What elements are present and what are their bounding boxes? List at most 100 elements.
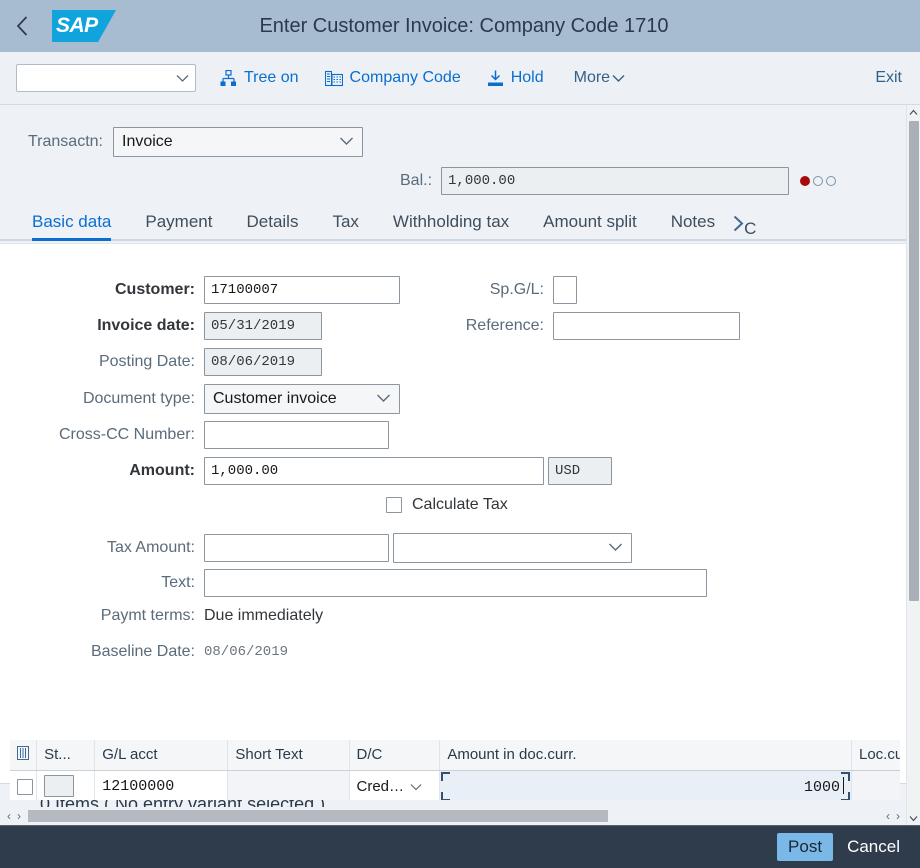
hscroll-arrows-left[interactable]: ‹ ›	[0, 809, 28, 823]
scroll-down-icon[interactable]	[909, 811, 918, 825]
tab-notes[interactable]: Notes	[671, 212, 715, 239]
payment-terms-label: Paymt terms:	[0, 607, 195, 625]
chevron-right-icon	[733, 215, 744, 232]
document-type-select[interactable]: Customer invoice	[204, 384, 400, 414]
vscroll-thumb[interactable]	[909, 121, 919, 601]
row-dc-cell[interactable]: Cred…	[349, 770, 440, 800]
text-row: Text:	[0, 569, 707, 597]
col-gl-acct[interactable]: G/L acct	[95, 740, 228, 770]
tab-details[interactable]: Details	[246, 212, 298, 239]
chevron-left-icon	[15, 15, 29, 37]
tab-payment[interactable]: Payment	[145, 212, 212, 239]
currency-input[interactable]: USD	[548, 457, 612, 485]
tab-amount-split[interactable]: Amount split	[543, 212, 637, 239]
customer-input[interactable]: 17100007	[204, 276, 400, 304]
sap-logo-text: SAP	[56, 13, 98, 39]
posting-date-label: Posting Date:	[0, 353, 195, 371]
post-button[interactable]: Post	[777, 833, 833, 861]
amount-input[interactable]: 1,000.00	[204, 457, 544, 485]
scroll-up-icon[interactable]	[909, 105, 918, 119]
hscroll-arrows-right[interactable]: ‹ ›	[880, 809, 906, 823]
table-settings-icon[interactable]	[17, 747, 29, 764]
col-amount-doc-curr[interactable]: Amount in doc.curr.	[440, 740, 852, 770]
baseline-date-row: Baseline Date: 08/06/2019	[0, 643, 288, 661]
items-table-wrap: St... G/L acct Short Text D/C Amount in …	[10, 740, 900, 800]
transaction-select[interactable]: Invoice	[113, 127, 363, 157]
calculate-tax-checkbox[interactable]	[386, 497, 402, 513]
chevron-down-icon	[612, 74, 625, 83]
focus-corner-tl	[441, 772, 450, 781]
col-short-text[interactable]: Short Text	[228, 740, 349, 770]
row-checkbox[interactable]	[17, 779, 33, 795]
sap-invoice-screen: SAP Enter Customer Invoice: Company Code…	[0, 0, 920, 868]
row-dc-select[interactable]: Cred…	[357, 778, 433, 795]
action-toolbar: Tree on Company Code Hold More	[0, 52, 920, 105]
tax-code-select[interactable]	[393, 533, 632, 563]
chevron-down-icon	[410, 778, 422, 795]
reference-label: Reference:	[344, 317, 544, 335]
basic-data-form: Customer: 17100007 Sp.G/L: Invoice date:…	[0, 243, 906, 783]
amount-row: Amount: 1,000.00 USD	[0, 457, 612, 485]
table-settings-header[interactable]	[10, 740, 37, 770]
scroll-right-icon[interactable]: ›	[896, 809, 900, 823]
cancel-button[interactable]: Cancel	[841, 833, 906, 861]
hold-label: Hold	[511, 69, 544, 87]
company-code-button[interactable]: Company Code	[323, 66, 463, 90]
spgl-input[interactable]	[553, 276, 577, 304]
exit-button[interactable]: Exit	[873, 66, 904, 90]
col-dc[interactable]: D/C	[349, 740, 440, 770]
scroll-left-icon[interactable]: ‹	[7, 809, 11, 823]
balance-row: Bal.: 1,000.00	[400, 167, 836, 195]
row-loc-curr-amount[interactable]	[852, 770, 901, 800]
col-status[interactable]: St...	[37, 740, 95, 770]
tab-basic-data[interactable]: Basic data	[32, 212, 111, 239]
cross-cc-label: Cross-CC Number:	[0, 426, 195, 444]
horizontal-scrollbar[interactable]: ‹ › ‹ ›	[0, 807, 906, 825]
status-dot-hollow-2	[826, 176, 836, 186]
vertical-scrollbar[interactable]	[906, 105, 920, 825]
cross-cc-input[interactable]	[204, 421, 389, 449]
baseline-date-label: Baseline Date:	[0, 643, 195, 661]
tab-overflow-button[interactable]	[733, 215, 744, 239]
transaction-row: Transactn: Invoice	[28, 127, 363, 157]
balance-field: 1,000.00	[441, 167, 789, 195]
hscroll-track[interactable]	[28, 809, 880, 823]
variant-select[interactable]	[16, 64, 196, 92]
building-icon	[325, 70, 343, 87]
more-button[interactable]: More	[572, 66, 627, 90]
text-label: Text:	[0, 574, 195, 592]
balance-label: Bal.:	[400, 172, 432, 190]
scroll-right-icon[interactable]: ›	[17, 809, 21, 823]
posting-date-input[interactable]: 08/06/2019	[204, 348, 322, 376]
focus-corner-br	[841, 792, 850, 801]
vscroll-track[interactable]	[907, 119, 920, 811]
tree-on-button[interactable]: Tree on	[218, 66, 301, 90]
tab-withholding-tax[interactable]: Withholding tax	[393, 212, 509, 239]
row-amount-doc-curr[interactable]: 1000	[440, 770, 852, 800]
reference-input[interactable]	[553, 312, 740, 340]
back-button[interactable]	[0, 0, 44, 52]
scroll-left-icon[interactable]: ‹	[886, 809, 890, 823]
row-status-cell[interactable]	[37, 770, 95, 800]
text-input[interactable]	[204, 569, 707, 597]
status-indicator	[800, 176, 836, 186]
tax-amount-input[interactable]	[204, 534, 389, 562]
sap-logo[interactable]: SAP	[52, 10, 116, 42]
customer-label: Customer:	[0, 281, 195, 299]
row-dc-value: Cred…	[357, 778, 405, 795]
row-status-box[interactable]	[44, 775, 74, 797]
baseline-date-value: 08/06/2019	[204, 644, 288, 660]
hscroll-thumb[interactable]	[28, 810, 608, 822]
shell-bar: SAP Enter Customer Invoice: Company Code…	[0, 0, 920, 52]
tab-cutoff[interactable]: C	[744, 219, 758, 239]
row-short-text[interactable]	[228, 770, 349, 800]
row-gl-account[interactable]: 12100000	[95, 770, 228, 800]
invoice-date-input[interactable]: 05/31/2019	[204, 312, 322, 340]
table-row[interactable]: 12100000 Cred…	[10, 770, 900, 800]
tab-tax[interactable]: Tax	[332, 212, 358, 239]
hold-icon	[487, 70, 504, 87]
col-loc-curr-amount[interactable]: Loc.curr.amount	[852, 740, 901, 770]
row-select-cell[interactable]	[10, 770, 37, 800]
more-label: More	[574, 69, 610, 87]
hold-button[interactable]: Hold	[485, 66, 546, 90]
